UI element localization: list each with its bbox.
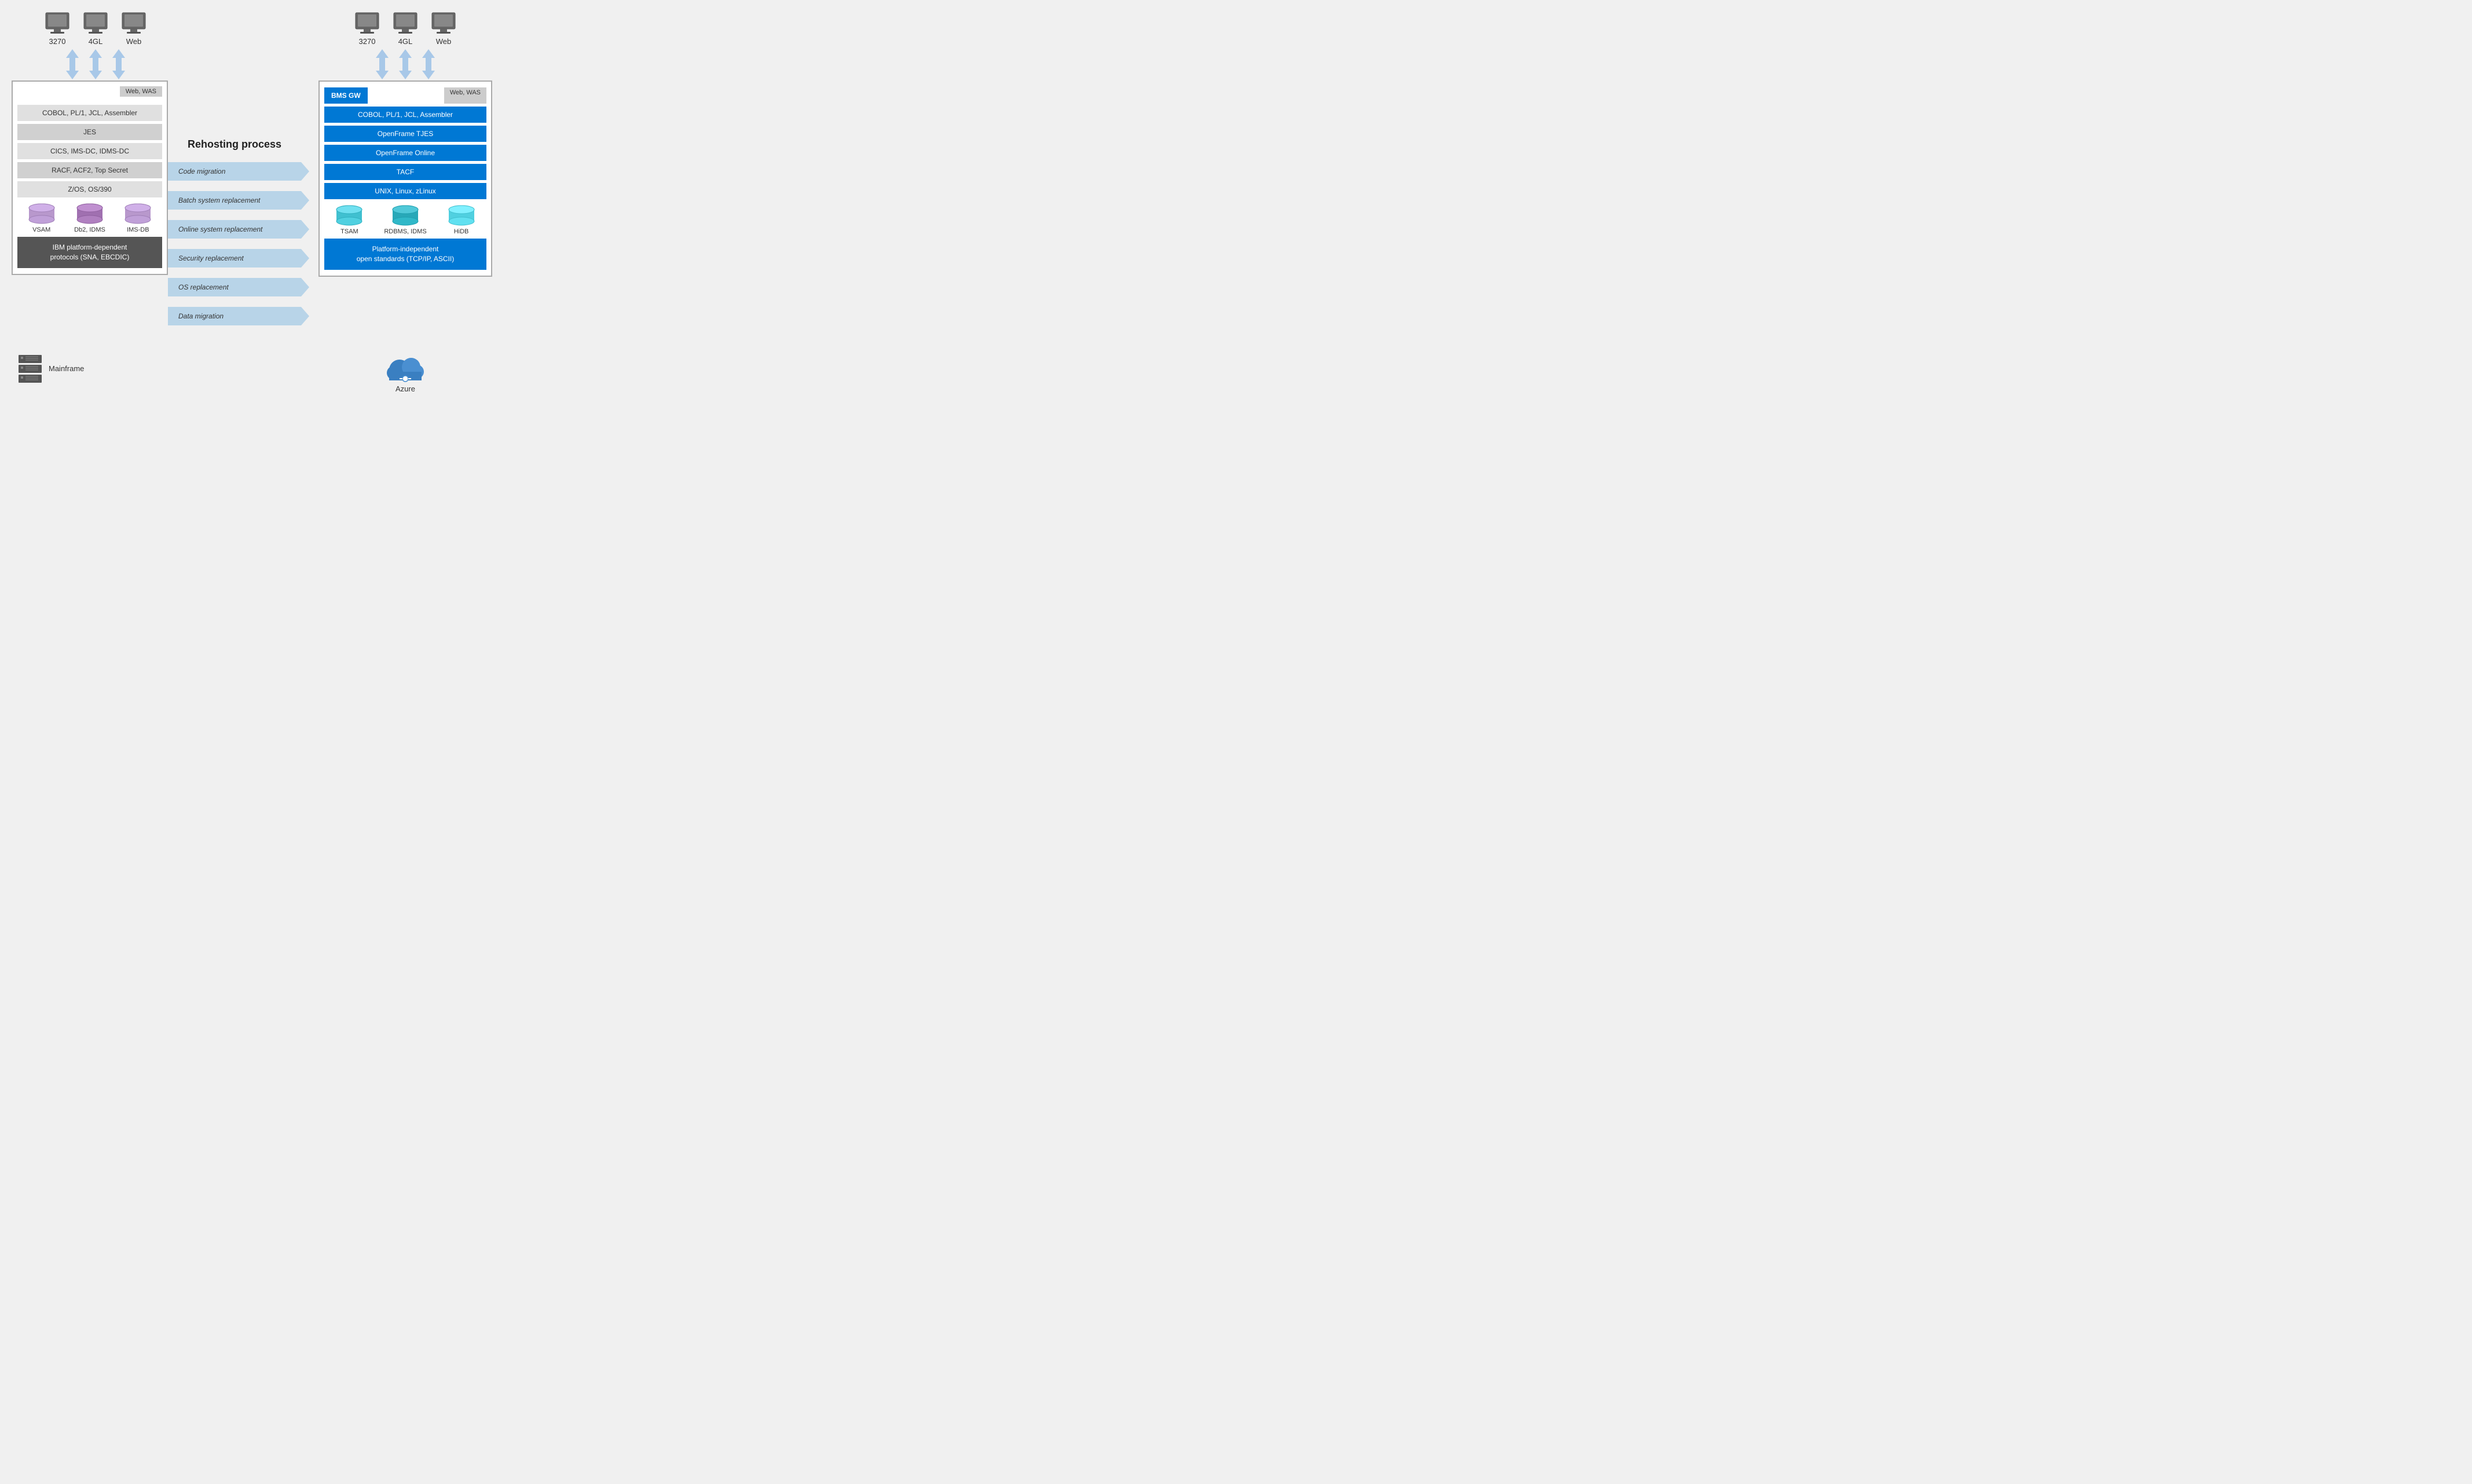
step-batch-replacement-label: Batch system replacement [175,196,260,204]
step-data-migration-arrow: Data migration [168,307,301,325]
left-bar-zos: Z/OS, OS/390 [17,181,162,197]
left-db-imsdb-label: IMS-DB [127,226,149,233]
right-top-row: BMS GW Web, WAS [324,87,486,104]
right-bottom-text: Platform-independent open standards (TCP… [357,245,455,263]
right-monitor-icon-web [430,12,457,35]
right-bar-openframe-online: OpenFrame Online [324,145,486,161]
left-terminal-4gl-label: 4GL [89,37,103,46]
left-db-db2: Db2, IDMS [74,203,105,233]
right-bar-cobol: COBOL, PL/1, JCL, Assembler [324,107,486,123]
mainframe-label: Mainframe [49,364,84,373]
right-db-hidb: HiDB [446,205,477,235]
step-os-replacement-arrow: OS replacement [168,278,301,296]
vsam-cylinder-icon [26,203,57,224]
step-batch-replacement: Batch system replacement [168,191,301,210]
bms-gw-badge: BMS GW [324,87,368,104]
right-terminal-4gl: 4GL [391,12,419,46]
right-bar-tacf: TACF [324,164,486,180]
left-web-was-badge: Web, WAS [120,86,162,97]
right-arrow-3270 [376,49,389,79]
step-data-migration-label: Data migration [175,312,224,320]
azure-cloud-icon [382,350,429,384]
monitor-icon [43,12,71,35]
right-web-was-badge: Web, WAS [444,87,486,104]
azure-label: Azure [395,384,415,393]
right-databases-row: TSAM RDBMS, IDMS [324,205,486,235]
right-terminal-4gl-label: 4GL [398,37,413,46]
step-batch-replacement-arrow: Batch system replacement [168,191,301,210]
right-panel-box: BMS GW Web, WAS COBOL, PL/1, JCL, Assemb… [318,80,492,277]
right-bar-unix: UNIX, Linux, zLinux [324,183,486,199]
imsdb-cylinder-icon [122,203,153,224]
left-bottom-text: IBM platform-dependent protocols (SNA, E… [50,243,130,261]
right-terminal-3270: 3270 [353,12,381,46]
right-db-rdbms: RDBMS, IDMS [384,205,426,235]
left-terminal-3270: 3270 [43,12,71,46]
left-databases-row: VSAM Db2, IDMS [17,203,162,233]
right-arrow-4gl [399,49,412,79]
right-db-hidb-label: HiDB [454,228,469,235]
left-bar-cics: CICS, IMS-DC, IDMS-DC [17,143,162,159]
monitor-icon-4gl [82,12,109,35]
left-terminal-4gl: 4GL [82,12,109,46]
terminals-row: 3270 4GL Web [12,12,606,48]
monitor-icon-web [120,12,148,35]
left-terminal-web: Web [120,12,148,46]
right-panel-wrapper: BMS GW Web, WAS COBOL, PL/1, JCL, Assemb… [318,80,492,277]
step-online-replacement-arrow: Online system replacement [168,220,301,239]
hidb-cylinder-icon [446,205,477,226]
left-terminal-3270-label: 3270 [49,37,66,46]
rehosting-title: Rehosting process [188,138,281,151]
mainframe-icon [17,354,43,384]
left-panel-box: Web, WAS COBOL, PL/1, JCL, Assembler JES… [12,80,168,275]
process-steps-list: Code migration Batch system replacement … [168,162,301,336]
step-security-replacement: Security replacement [168,249,301,268]
step-security-replacement-label: Security replacement [175,254,244,262]
arrows-row [12,49,606,80]
step-code-migration-arrow: Code migration [168,162,301,181]
right-terminal-web-label: Web [436,37,452,46]
right-db-tsam: TSAM [334,205,365,235]
left-bar-jes: JES [17,124,162,140]
right-bottom-platform-box: Platform-independent open standards (TCP… [324,239,486,270]
bottom-labels-row: Mainframe Azure [12,344,606,393]
right-db-rdbms-label: RDBMS, IDMS [384,228,426,235]
right-db-tsam-label: TSAM [340,228,358,235]
tsam-cylinder-icon [334,205,365,226]
step-online-replacement-label: Online system replacement [175,225,262,233]
left-bar-racf: RACF, ACF2, Top Secret [17,162,162,178]
diagram-container: 3270 4GL Web [12,12,606,393]
left-db-imsdb: IMS-DB [122,203,153,233]
middle-spacer-arrows [168,49,301,80]
step-os-replacement: OS replacement [168,278,301,296]
left-arrow-4gl [89,49,102,79]
rdbms-cylinder-icon [390,205,421,226]
step-data-migration: Data migration [168,307,301,325]
left-db-vsam: VSAM [26,203,57,233]
left-terminal-web-label: Web [126,37,142,46]
main-content-row: Web, WAS COBOL, PL/1, JCL, Assembler JES… [12,80,606,336]
step-os-replacement-label: OS replacement [175,283,229,291]
middle-section: Rehosting process Code migration Batch s… [168,80,301,336]
step-security-replacement-arrow: Security replacement [168,249,301,268]
left-bar-cobol: COBOL, PL/1, JCL, Assembler [17,105,162,121]
right-terminal-web: Web [430,12,457,46]
bottom-middle-spacer [168,344,301,393]
right-arrow-web [422,49,435,79]
db2-cylinder-icon [74,203,105,224]
step-online-replacement: Online system replacement [168,220,301,239]
left-db-vsam-label: VSAM [32,226,50,233]
left-arrow-3270 [66,49,79,79]
step-code-migration: Code migration [168,162,301,181]
left-db-db2-label: Db2, IDMS [74,226,105,233]
right-monitor-icon-4gl [391,12,419,35]
left-arrow-web [112,49,125,79]
left-bottom-dark-box: IBM platform-dependent protocols (SNA, E… [17,237,162,268]
right-terminal-3270-label: 3270 [359,37,376,46]
right-monitor-icon-3270 [353,12,381,35]
step-code-migration-label: Code migration [175,167,225,175]
right-bar-openframe-tjes: OpenFrame TJES [324,126,486,142]
